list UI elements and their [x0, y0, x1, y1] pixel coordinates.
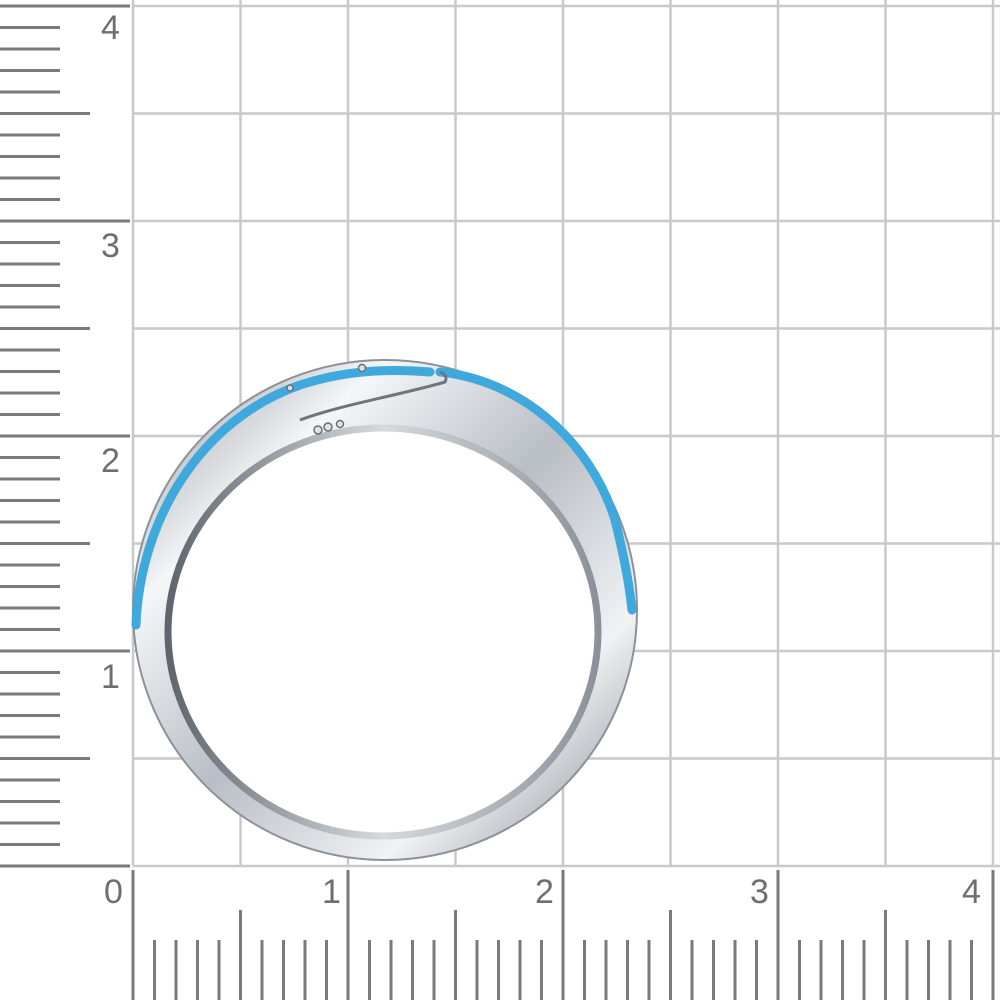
bottom-ruler [131, 870, 995, 1000]
left-ruler [0, 4, 130, 868]
left-ruler-label-4: 4 [101, 9, 120, 47]
bottom-ruler-label-3: 3 [750, 873, 769, 911]
product-photo-scene: 0 1 2 3 4 1 2 3 4 [0, 0, 1000, 1000]
bottom-ruler-label-0: 0 [104, 873, 123, 911]
left-ruler-label-1: 1 [101, 658, 120, 696]
left-ruler-labels: 1 2 3 4 [101, 9, 120, 696]
bottom-ruler-label-1: 1 [322, 873, 341, 911]
bottom-ruler-label-2: 2 [535, 873, 554, 911]
bottom-ruler-label-4: 4 [962, 873, 981, 911]
left-ruler-label-2: 2 [101, 442, 120, 480]
bottom-ruler-labels: 0 1 2 3 4 [104, 873, 981, 911]
ring-illustration [131, 359, 638, 861]
ring-inner-opening [164, 424, 602, 840]
left-ruler-label-3: 3 [101, 227, 120, 265]
